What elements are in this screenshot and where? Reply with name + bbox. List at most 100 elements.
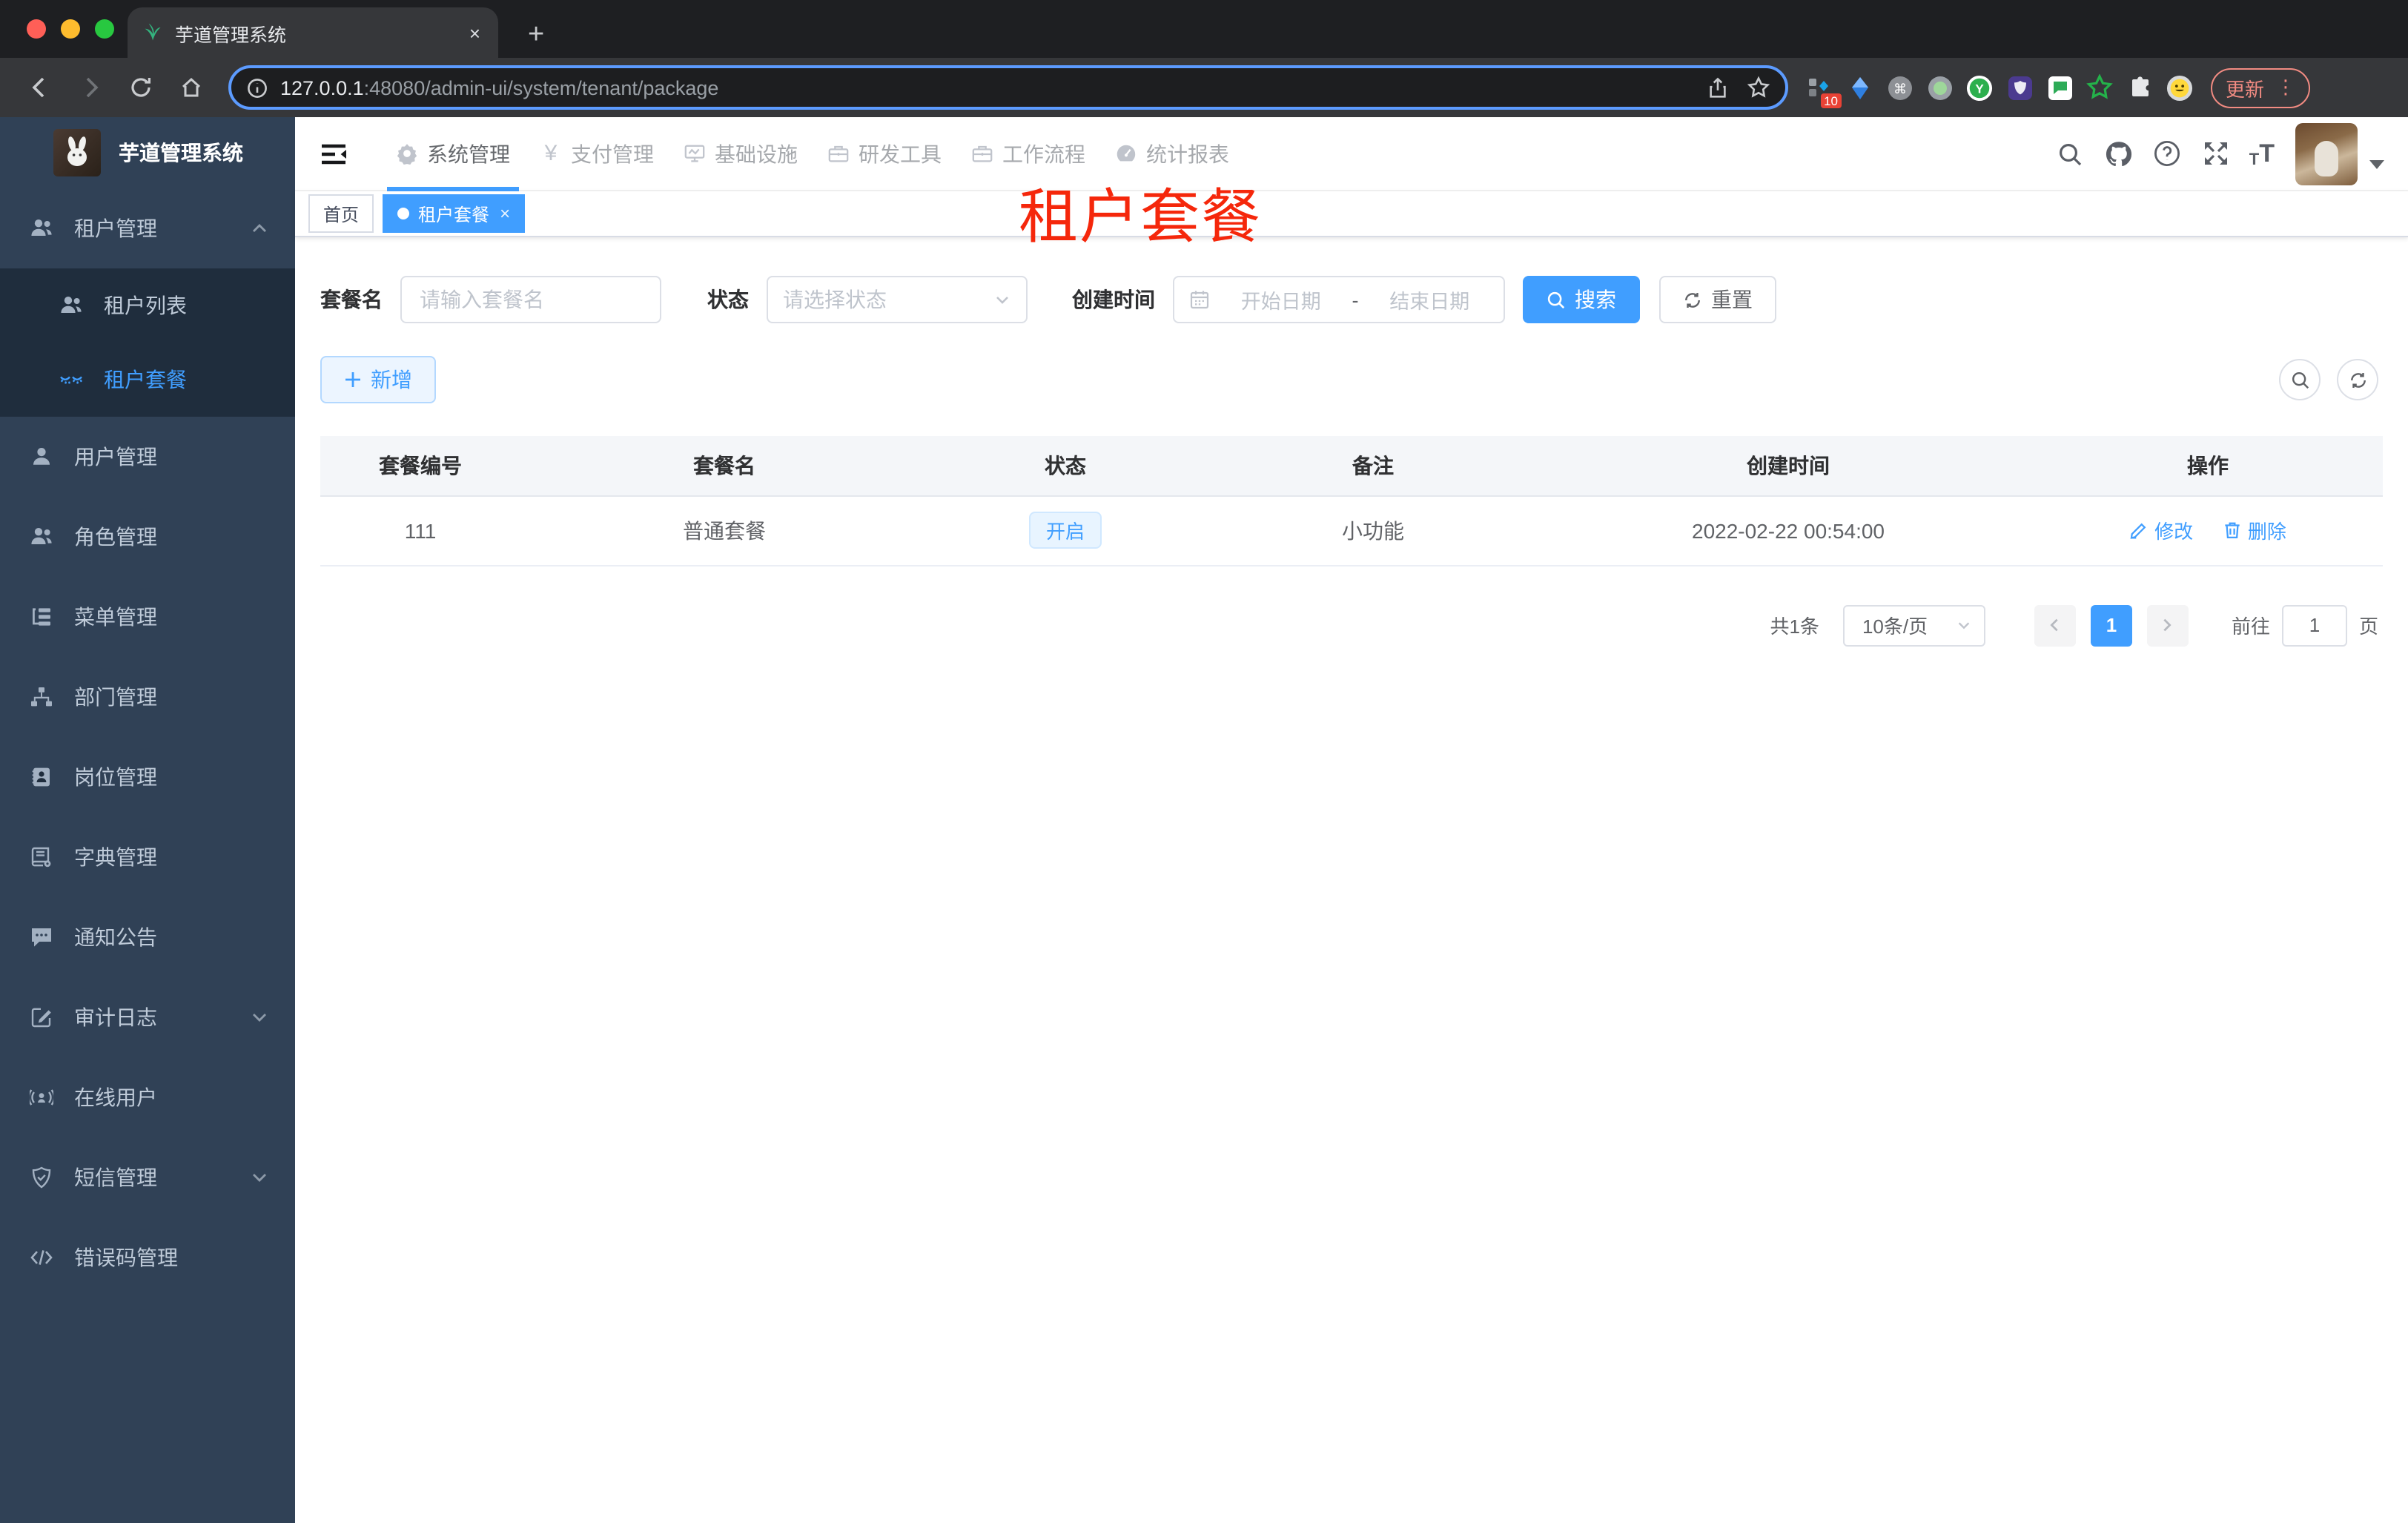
browser-update-button[interactable]: 更新 ⋮ [2211,67,2311,108]
extension-green-dot-icon[interactable] [1926,74,1953,101]
share-icon[interactable] [1707,76,1729,99]
page-title-overlay: 租户套餐 [1019,185,1262,251]
tag-close-icon[interactable]: × [500,203,510,224]
sidebar-item-tenant-management[interactable]: 租户管理 [0,188,295,268]
extension-blocks-icon[interactable]: 10 [1806,74,1842,108]
home-icon[interactable] [172,68,211,107]
sidebar-item-tenant-list[interactable]: 租户列表 [0,268,295,343]
chevron-left-icon [2051,618,2059,632]
search-icon [2291,371,2309,389]
tag-home[interactable]: 首页 [308,194,374,233]
goto-page-input[interactable] [2281,604,2347,646]
sidebar-menu: 租户管理 租户列表 租户套餐 用户管理 角色管理 菜单管理 部门管理 岗位管理 … [0,188,295,1298]
site-info-icon[interactable] [246,76,268,99]
add-button[interactable]: 新增 [320,356,436,403]
extension-kite-icon[interactable] [1846,74,1873,101]
calendar-icon [1189,289,1210,310]
back-icon[interactable] [21,68,59,107]
update-label: 更新 [2226,78,2265,100]
tree-list-icon [33,608,50,626]
extension-star-icon[interactable] [2086,74,2113,101]
minimize-window-button[interactable] [61,19,80,39]
sidebar-item-audit-log[interactable]: 审计日志 [0,977,295,1057]
browser-tab[interactable]: 芋道管理系统 × [128,7,498,58]
briefcase-icon [971,142,993,165]
sidebar-item-online-users[interactable]: 在线用户 [0,1057,295,1137]
bookmark-star-icon[interactable] [1747,76,1770,99]
prev-page-button[interactable] [2034,604,2076,646]
extension-y-icon[interactable]: Y [1966,74,1993,101]
font-size-icon[interactable]: TT [2249,139,2275,168]
sidebar-item-notice[interactable]: 通知公告 [0,897,295,977]
tag-tenant-package[interactable]: 租户套餐 × [383,194,526,233]
table-row[interactable]: 111 普通套餐 开启 小功能 2022-02-22 00:54:00 修改 删… [320,495,2383,566]
add-button-label: 新增 [371,368,412,392]
sidebar-item-menu-management[interactable]: 菜单管理 [0,577,295,657]
close-window-button[interactable] [27,19,46,39]
sidebar-item-dict-management[interactable]: 字典管理 [0,817,295,897]
extensions-puzzle-icon[interactable] [2126,74,2153,101]
status-placeholder: 请选择状态 [783,288,887,311]
extension-emoji-icon[interactable] [2166,74,2193,101]
help-icon[interactable] [2151,137,2184,170]
package-name-label: 套餐名 [320,288,383,311]
active-dot [397,208,410,219]
sidebar-item-tenant-package[interactable]: 租户套餐 [0,343,295,417]
sidebar-item-dept-management[interactable]: 部门管理 [0,657,295,737]
refresh-icon [2350,371,2365,388]
col-header-created[interactable]: 创建时间 [1544,436,2033,496]
url-bar[interactable]: 127.0.0.1:48080/admin-ui/system/tenant/p… [228,65,1788,110]
tab-dev-tools[interactable]: 研发工具 [813,116,956,191]
col-header-status[interactable]: 状态 [928,436,1203,496]
tab-system-management[interactable]: 系统管理 [381,116,525,191]
date-range-picker[interactable]: 开始日期 - 结束日期 [1173,276,1505,323]
page-number-1[interactable]: 1 [2090,604,2132,646]
package-name-input[interactable] [400,276,661,323]
sidebar-item-error-code[interactable]: 错误码管理 [0,1218,295,1298]
reload-icon[interactable] [122,68,160,107]
avatar-caret-icon[interactable] [2369,159,2384,168]
tab-statistics[interactable]: 统计报表 [1100,116,1244,191]
avatar[interactable] [2295,122,2358,185]
col-header-remark[interactable]: 备注 [1203,436,1544,496]
page-size-select[interactable]: 10条/页 [1842,604,1985,646]
tab-infrastructure[interactable]: 基础设施 [669,116,813,191]
table-search-toggle-button[interactable] [2279,359,2321,400]
tab-payment-management[interactable]: ¥ 支付管理 [525,116,669,191]
col-header-id[interactable]: 套餐编号 [320,436,520,496]
header-search-icon[interactable] [2054,137,2086,170]
goto-label: 前往 [2231,615,2270,638]
edit-log-icon [31,1008,51,1028]
forward-icon[interactable] [71,68,110,107]
extension-chat-icon[interactable] [2046,74,2073,101]
reset-button[interactable]: 重置 [1659,276,1776,323]
sidebar-item-role-management[interactable]: 角色管理 [0,497,295,577]
tab-workflow[interactable]: 工作流程 [956,116,1100,191]
toolbox-icon [827,142,850,165]
sidebar-item-user-management[interactable]: 用户管理 [0,417,295,497]
col-header-actions[interactable]: 操作 [2033,436,2383,496]
col-header-name[interactable]: 套餐名 [520,436,928,496]
sidebar-toggle-icon[interactable] [319,139,348,168]
sidebar-item-post-management[interactable]: 岗位管理 [0,737,295,817]
edit-link[interactable]: 修改 [2129,516,2193,544]
app-logo-row[interactable]: 芋道管理系统 [0,117,295,188]
new-tab-button[interactable]: + [519,19,553,58]
next-page-button[interactable] [2146,604,2189,646]
github-icon[interactable] [2103,137,2135,170]
fullscreen-icon[interactable] [2200,137,2233,170]
search-button[interactable]: 搜索 [1523,276,1640,323]
sidebar-item-sms-management[interactable]: 短信管理 [0,1137,295,1218]
extension-shield-icon[interactable] [2006,74,2033,101]
delete-label: 删除 [2247,521,2286,543]
cell-created-time: 2022-02-22 00:54:00 [1544,495,2033,566]
status-select[interactable]: 请选择状态 [767,276,1028,323]
extension-command-icon[interactable]: ⌘ [1886,74,1913,101]
tab-close-icon[interactable]: × [466,22,483,44]
delete-link[interactable]: 删除 [2223,516,2286,544]
search-form: 套餐名 状态 请选择状态 创建时间 开始日期 - 结束日期 [320,276,2378,323]
browser-menu-icon[interactable]: ⋮ [2276,76,2295,99]
maximize-window-button[interactable] [95,19,114,39]
table-refresh-button[interactable] [2337,359,2378,400]
url-text[interactable]: 127.0.0.1:48080/admin-ui/system/tenant/p… [280,76,1695,99]
